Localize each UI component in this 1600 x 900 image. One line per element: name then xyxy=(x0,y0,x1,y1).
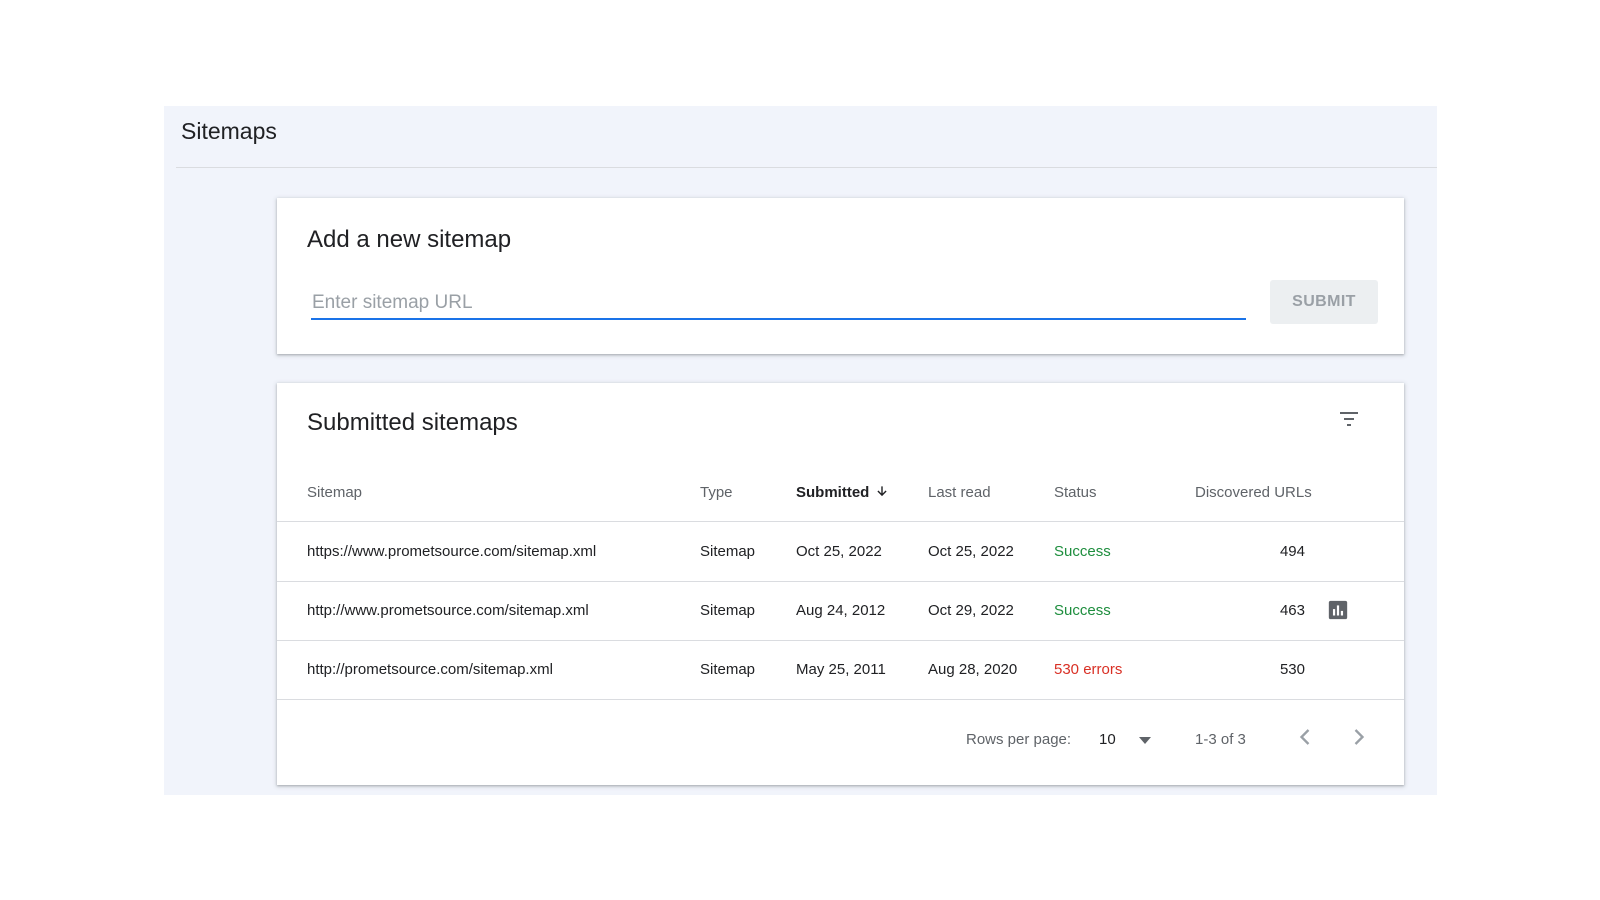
table-pagination: Rows per page: 10 1-3 of 3 xyxy=(277,703,1404,785)
submitted-date: Aug 24, 2012 xyxy=(796,602,886,619)
last-read-date: Aug 28, 2020 xyxy=(928,661,1018,678)
column-header-last-read[interactable]: Last read xyxy=(928,484,991,501)
last-read-date: Oct 25, 2022 xyxy=(928,543,1014,560)
filter-icon[interactable] xyxy=(1335,407,1363,431)
column-header-discovered-urls[interactable]: Discovered URLs xyxy=(1195,484,1312,501)
sitemap-url: http://prometsource.com/sitemap.xml xyxy=(307,661,553,678)
bar-chart-icon[interactable] xyxy=(1327,599,1349,621)
chevron-right-icon[interactable] xyxy=(1345,723,1373,751)
rows-per-page-value: 10 xyxy=(1099,731,1116,748)
column-header-submitted-label: Submitted xyxy=(796,484,870,501)
table-row[interactable]: http://prometsource.com/sitemap.xml Site… xyxy=(277,641,1404,700)
rows-per-page-select[interactable]: 10 xyxy=(1099,725,1161,755)
column-header-sitemap[interactable]: Sitemap xyxy=(307,484,362,501)
discovered-urls-count: 463 xyxy=(1279,602,1305,619)
discovered-urls-count: 530 xyxy=(1279,661,1305,678)
discovered-urls-count: 494 xyxy=(1279,543,1305,560)
column-header-status[interactable]: Status xyxy=(1054,484,1097,501)
arrow-down-icon xyxy=(877,486,887,497)
submitted-date: May 25, 2011 xyxy=(796,661,886,678)
sitemap-type: Sitemap xyxy=(700,543,756,560)
table-header: Sitemap Type Submitted Last read Status … xyxy=(277,470,1404,522)
page-title: Sitemaps xyxy=(181,118,277,144)
submitted-sitemaps-card: Submitted sitemaps Sitemap Type Submitte… xyxy=(277,383,1404,785)
column-header-type[interactable]: Type xyxy=(700,484,733,501)
sitemap-type: Sitemap xyxy=(700,602,756,619)
last-read-date: Oct 29, 2022 xyxy=(928,602,1014,619)
caret-down-icon xyxy=(1139,737,1151,744)
rows-per-page-label: Rows per page: xyxy=(966,731,1072,748)
add-sitemap-card: Add a new sitemap SUBMIT xyxy=(277,198,1404,354)
submit-button[interactable]: SUBMIT xyxy=(1270,280,1378,324)
chevron-left-icon[interactable] xyxy=(1291,723,1319,751)
submitted-sitemaps-title: Submitted sitemaps xyxy=(307,409,518,436)
column-header-submitted[interactable]: Submitted xyxy=(796,484,889,501)
status-text: Success xyxy=(1054,543,1111,560)
sitemap-type: Sitemap xyxy=(700,661,756,678)
submitted-date: Oct 25, 2022 xyxy=(796,543,882,560)
table-row[interactable]: http://www.prometsource.com/sitemap.xml … xyxy=(277,582,1404,641)
status-text: Success xyxy=(1054,602,1111,619)
sitemap-url: http://www.prometsource.com/sitemap.xml xyxy=(307,602,589,619)
add-sitemap-title: Add a new sitemap xyxy=(307,226,512,253)
header-divider xyxy=(176,167,1437,168)
pagination-range: 1-3 of 3 xyxy=(1195,731,1246,748)
status-text: 530 errors xyxy=(1054,661,1123,678)
sitemap-url: https://www.prometsource.com/sitemap.xml xyxy=(307,543,597,560)
table-row[interactable]: https://www.prometsource.com/sitemap.xml… xyxy=(277,523,1404,582)
sitemap-url-input[interactable] xyxy=(311,288,1246,320)
